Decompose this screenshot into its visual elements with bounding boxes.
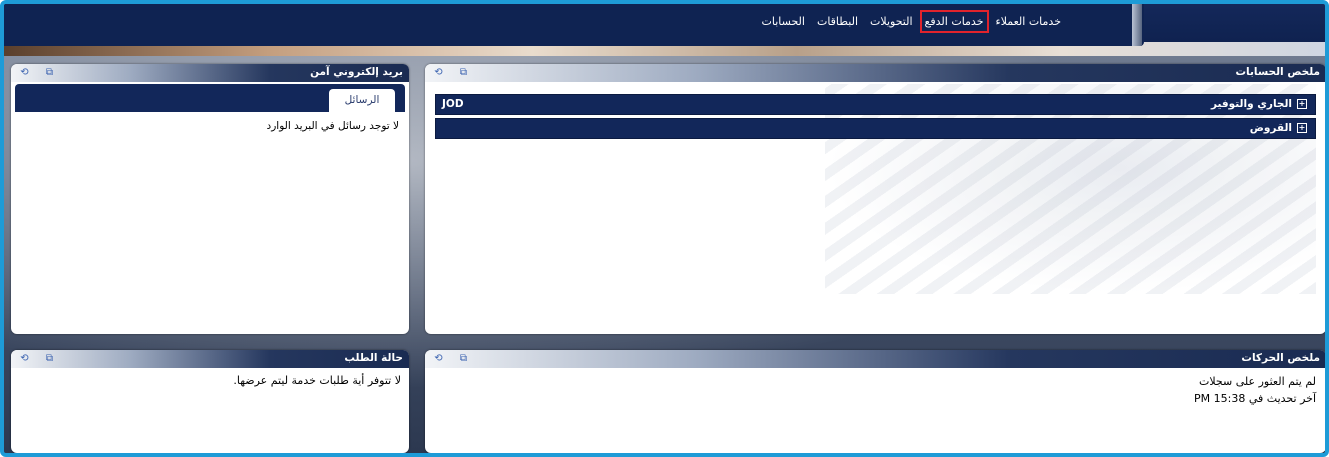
panel-header: ملخص الحسابات ⧉ ⟲ xyxy=(425,64,1325,82)
last-update-text: آخر تحديث في 15:38 PM xyxy=(1194,392,1316,405)
decorative-background xyxy=(825,84,1316,294)
accounts-summary-panel: ملخص الحسابات ⧉ ⟲ + الجاري والتوفير JOD +… xyxy=(425,64,1325,334)
empty-inbox-message: لا توجد رسائل في البريد الوارد xyxy=(266,120,399,132)
panel-title: بريد إلكتروني آمن xyxy=(310,66,403,78)
menu-cards[interactable]: البطاقات xyxy=(815,13,860,30)
menu-customer-services[interactable]: خدمات العملاء xyxy=(994,13,1063,30)
panel-title: حالة الطلب xyxy=(344,352,403,364)
mail-tabs: الرسائل xyxy=(15,84,405,117)
account-type: القروض xyxy=(1249,122,1292,134)
panel-header: حالة الطلب ⧉ ⟲ xyxy=(11,350,409,368)
refresh-icon[interactable]: ⟲ xyxy=(433,353,444,364)
request-status-panel: حالة الطلب ⧉ ⟲ لا تتوفر أية طلبات خدمة ل… xyxy=(11,350,409,453)
expand-icon[interactable]: + xyxy=(1297,99,1307,109)
account-currency: JOD xyxy=(442,98,464,110)
transactions-summary-panel: ملخص الحركات ⧉ ⟲ لم يتم العثور على سجلات… xyxy=(425,350,1325,453)
account-type: الجاري والتوفير xyxy=(1210,98,1292,110)
panel-title: ملخص الحركات xyxy=(1241,352,1320,364)
main-menu: الحسابات البطاقات التحويلات خدمات الدفع … xyxy=(760,10,1063,33)
popout-icon[interactable]: ⧉ xyxy=(458,67,469,78)
no-records-message: لم يتم العثور على سجلات xyxy=(1199,375,1316,388)
app-frame: الحسابات البطاقات التحويلات خدمات الدفع … xyxy=(0,0,1329,457)
popout-icon[interactable]: ⧉ xyxy=(44,353,55,364)
refresh-icon[interactable]: ⟲ xyxy=(19,353,30,364)
expand-icon[interactable]: + xyxy=(1297,123,1307,133)
account-row-label: + الجاري والتوفير xyxy=(1211,98,1307,110)
account-row-current-savings[interactable]: + الجاري والتوفير JOD xyxy=(435,94,1316,115)
secure-mail-panel: بريد إلكتروني آمن ⧉ ⟲ الرسائل لا توجد رس… xyxy=(11,64,409,334)
menu-accounts[interactable]: الحسابات xyxy=(760,13,807,30)
panel-title: ملخص الحسابات xyxy=(1235,66,1320,78)
account-row-label: + القروض xyxy=(1250,122,1307,134)
request-empty-message: لا تتوفر أية طلبات خدمة ليتم عرضها. xyxy=(233,374,401,387)
popout-icon[interactable]: ⧉ xyxy=(44,67,55,78)
refresh-icon[interactable]: ⟲ xyxy=(433,67,444,78)
panel-header: بريد إلكتروني آمن ⧉ ⟲ xyxy=(11,64,409,82)
top-navigation: الحسابات البطاقات التحويلات خدمات الدفع … xyxy=(4,4,1325,46)
panel-header: ملخص الحركات ⧉ ⟲ xyxy=(425,350,1325,368)
nav-divider xyxy=(1132,4,1142,46)
tab-messages[interactable]: الرسائل xyxy=(329,89,395,117)
account-row-loans[interactable]: + القروض xyxy=(435,118,1316,139)
popout-icon[interactable]: ⧉ xyxy=(458,353,469,364)
refresh-icon[interactable]: ⟲ xyxy=(19,67,30,78)
menu-payment-services[interactable]: خدمات الدفع xyxy=(919,10,989,33)
menu-transfers[interactable]: التحويلات xyxy=(868,13,915,30)
